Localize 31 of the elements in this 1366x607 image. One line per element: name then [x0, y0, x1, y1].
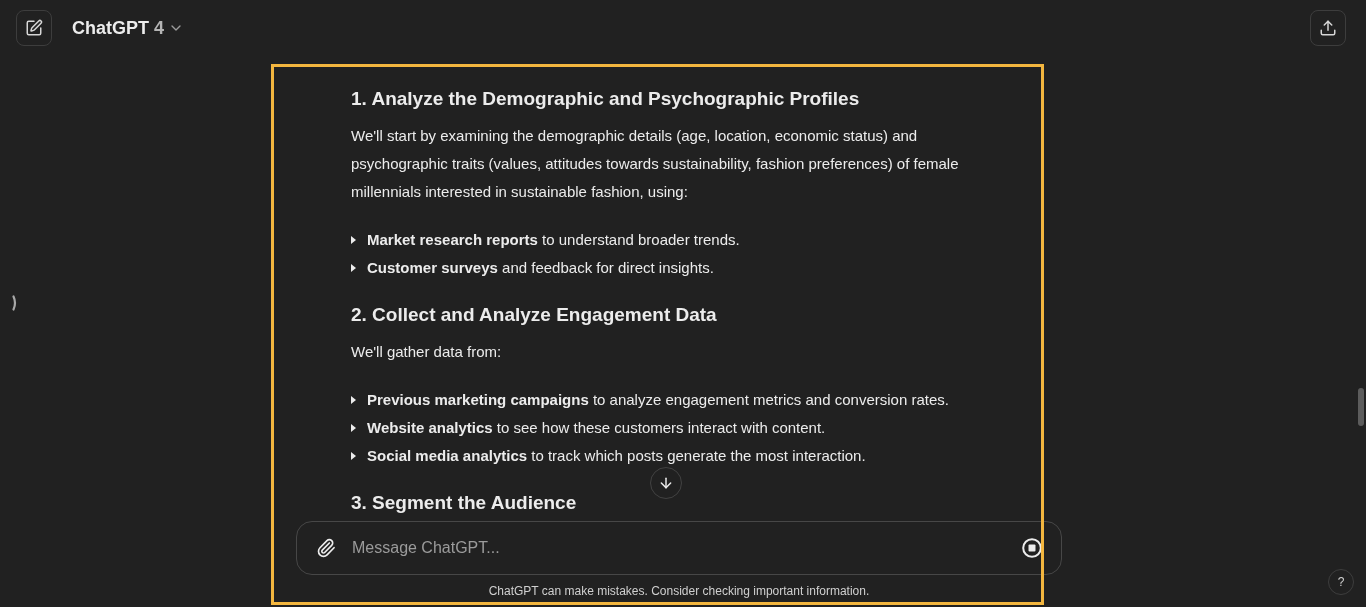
section-heading: 3. Segment the Audience: [351, 491, 578, 515]
pencil-square-icon: [25, 19, 43, 37]
section-heading: 1. Analyze the Demographic and Psychographic Profiles: [351, 87, 861, 111]
scroll-down-button[interactable]: [650, 467, 682, 499]
paragraph: We'll gather data from:: [351, 342, 503, 362]
stop-icon: [1022, 538, 1042, 558]
bullet-text: Website analytics to see how these customers interact with content.: [367, 418, 826, 438]
bullet-icon: [351, 236, 356, 244]
disclaimer-text: ChatGPT can make mistakes. Consider checking important information.: [488, 583, 870, 600]
upload-icon: [1319, 19, 1337, 37]
model-selector[interactable]: ChatGPT 4: [72, 16, 185, 40]
bullet-text: Previous marketing campaigns to analyze engagement metrics and conversion rates.: [367, 390, 949, 410]
bullet-icon: [351, 396, 356, 404]
bullet-icon: [351, 264, 356, 272]
upload-button[interactable]: [1310, 10, 1346, 46]
arrow-down-icon: [658, 475, 674, 491]
paragraph: We'll start by examining the demographic details (age, location, economic status) and psychographic traits (values, attitudes towards sustainability, fashion preferences) of female millennials interested in sustainable fashion, using:: [351, 126, 960, 202]
section-heading: 2. Collect and Analyze Engagement Data: [351, 303, 718, 327]
message-input[interactable]: Message ChatGPT...: [352, 536, 1022, 560]
bullet-text: Social media analytics to track which posts generate the most interaction.: [367, 446, 866, 466]
paperclip-icon: [316, 538, 336, 558]
bullet-text: Customer surveys and feedback for direct insights.: [367, 258, 714, 278]
attach-button[interactable]: [316, 538, 336, 558]
scrollbar-thumb[interactable]: [1358, 388, 1364, 426]
new-chat-button[interactable]: [16, 10, 52, 46]
stop-button[interactable]: [1022, 538, 1042, 558]
sidebar-handle-icon[interactable]: [12, 295, 18, 311]
bullet-text: Market research reports to understand broader trends.: [367, 230, 740, 250]
bullet-icon: [351, 424, 356, 432]
message-composer[interactable]: Message ChatGPT...: [296, 521, 1062, 575]
bullet-icon: [351, 452, 356, 460]
